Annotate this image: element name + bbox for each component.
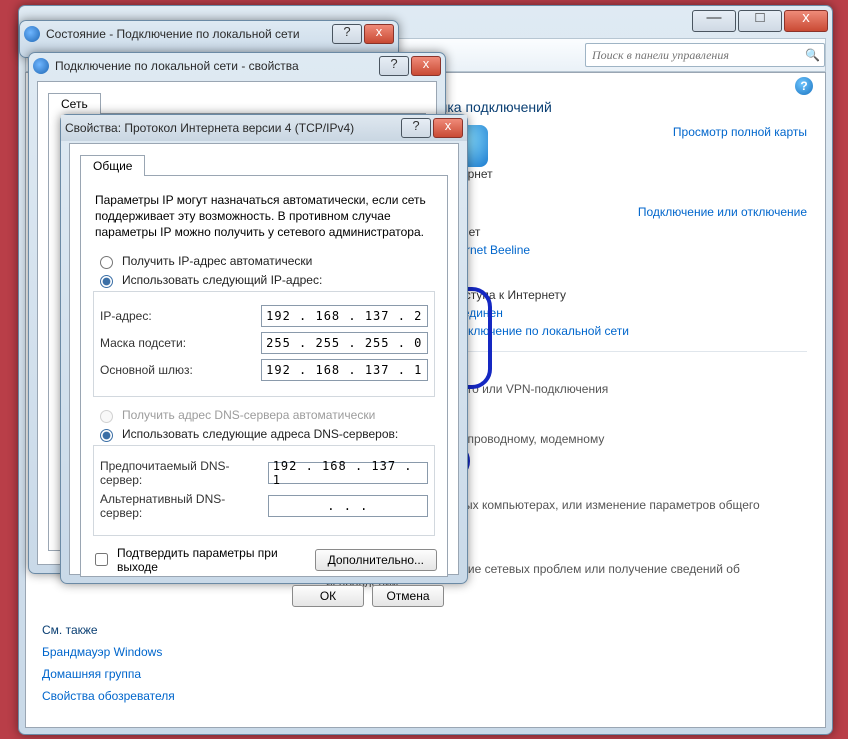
sidebar-link-internet-options[interactable]: Свойства обозревателя	[42, 689, 252, 703]
view-full-map-link[interactable]: Просмотр полной карты	[673, 125, 807, 139]
radio-dns-auto	[100, 410, 113, 423]
radio-ip-auto[interactable]	[100, 256, 113, 269]
ok-button[interactable]: ОК	[292, 585, 364, 607]
preferred-dns-input[interactable]: 192 . 168 . 137 . 1	[268, 462, 428, 484]
see-also-header: См. также	[42, 623, 252, 637]
ipv4-properties-dialog: Свойства: Протокол Интернета версии 4 (T…	[60, 114, 468, 584]
default-gateway-input[interactable]: 192 . 168 . 137 . 1	[261, 359, 428, 381]
cancel-button[interactable]: Отмена	[372, 585, 444, 607]
alternate-dns-input[interactable]: . . .	[268, 495, 428, 517]
ip-fields-group: IP-адрес: 192 . 168 . 137 . 2 Маска подс…	[93, 291, 435, 397]
help-button[interactable]: ?	[401, 118, 431, 138]
radio-dns-auto-label: Получить адрес DNS-сервера автоматически	[122, 408, 375, 422]
search-box[interactable]: 🔍	[585, 43, 825, 67]
ipv4-dialog-title: Свойства: Протокол Интернета версии 4 (T…	[65, 121, 354, 135]
radio-ip-manual-label: Использовать следующий IP-адрес:	[122, 273, 322, 287]
connect-disconnect-link[interactable]: Подключение или отключение	[638, 205, 807, 219]
radio-ip-manual[interactable]	[100, 275, 113, 288]
status-window-titlebar[interactable]: Состояние - Подключение по локальной сет…	[20, 21, 398, 47]
access-type-value-2: Без доступа к Интернету	[428, 288, 807, 302]
search-input[interactable]	[590, 47, 805, 64]
subnet-mask-input[interactable]: 255 . 255 . 255 . 0	[261, 332, 428, 354]
status-window-title: Состояние - Подключение по локальной сет…	[46, 27, 300, 41]
properties-window-title: Подключение по локальной сети - свойства	[55, 59, 299, 73]
close-button[interactable]: x	[364, 24, 394, 44]
confirm-on-exit-checkbox[interactable]	[95, 553, 108, 566]
alternate-dns-label: Альтернативный DNS-сервер:	[100, 492, 260, 520]
radio-dns-manual[interactable]	[100, 429, 113, 442]
sidebar-link-homegroup[interactable]: Домашняя группа	[42, 667, 252, 681]
access-type-value: Интернет	[428, 225, 807, 239]
see-also-sidebar: См. также Брандмауэр Windows Домашняя гр…	[42, 623, 252, 711]
ipv4-explanation: Параметры IP могут назначаться автоматич…	[95, 192, 433, 241]
search-icon[interactable]: 🔍	[805, 48, 820, 62]
subnet-mask-label: Маска подсети:	[100, 336, 253, 350]
close-button[interactable]: x	[433, 118, 463, 138]
help-icon[interactable]: ?	[795, 77, 813, 95]
close-button[interactable]: x	[411, 56, 441, 76]
radio-dns-manual-row[interactable]: Использовать следующие адреса DNS-сервер…	[95, 426, 433, 442]
ipv4-dialog-body: Общие Параметры IP могут назначаться авт…	[69, 143, 459, 575]
radio-ip-auto-row[interactable]: Получить IP-адрес автоматически	[95, 253, 433, 269]
connection-link-lan[interactable]: Подключение по локальной сети	[446, 324, 629, 338]
radio-ip-manual-row[interactable]: Использовать следующий IP-адрес:	[95, 272, 433, 288]
network-icon	[33, 58, 49, 74]
help-button[interactable]: ?	[332, 24, 362, 44]
ipv4-dialog-titlebar[interactable]: Свойства: Протокол Интернета версии 4 (T…	[61, 115, 467, 141]
sidebar-link-firewall[interactable]: Брандмауэр Windows	[42, 645, 252, 659]
dns-fields-group: Предпочитаемый DNS-сервер: 192 . 168 . 1…	[93, 445, 435, 536]
network-icon	[24, 26, 40, 42]
ip-address-label: IP-адрес:	[100, 309, 253, 323]
advanced-button[interactable]: Дополнительно...	[315, 549, 437, 571]
help-button[interactable]: ?	[379, 56, 409, 76]
close-button[interactable]: x	[784, 10, 828, 32]
properties-window-titlebar[interactable]: Подключение по локальной сети - свойства…	[29, 53, 445, 79]
radio-dns-auto-row: Получить адрес DNS-сервера автоматически	[95, 407, 433, 423]
maximize-button[interactable]: □	[738, 10, 782, 32]
radio-ip-auto-label: Получить IP-адрес автоматически	[122, 254, 312, 268]
tab-network[interactable]: Сеть	[48, 93, 101, 114]
minimize-button[interactable]: —	[692, 10, 736, 32]
confirm-on-exit-label: Подтвердить параметры при выходе	[117, 546, 315, 574]
preferred-dns-label: Предпочитаемый DNS-сервер:	[100, 459, 260, 487]
tab-general[interactable]: Общие	[80, 155, 145, 176]
default-gateway-label: Основной шлюз:	[100, 363, 253, 377]
ip-address-input[interactable]: 192 . 168 . 137 . 2	[261, 305, 428, 327]
radio-dns-manual-label: Использовать следующие адреса DNS-сервер…	[122, 427, 398, 441]
